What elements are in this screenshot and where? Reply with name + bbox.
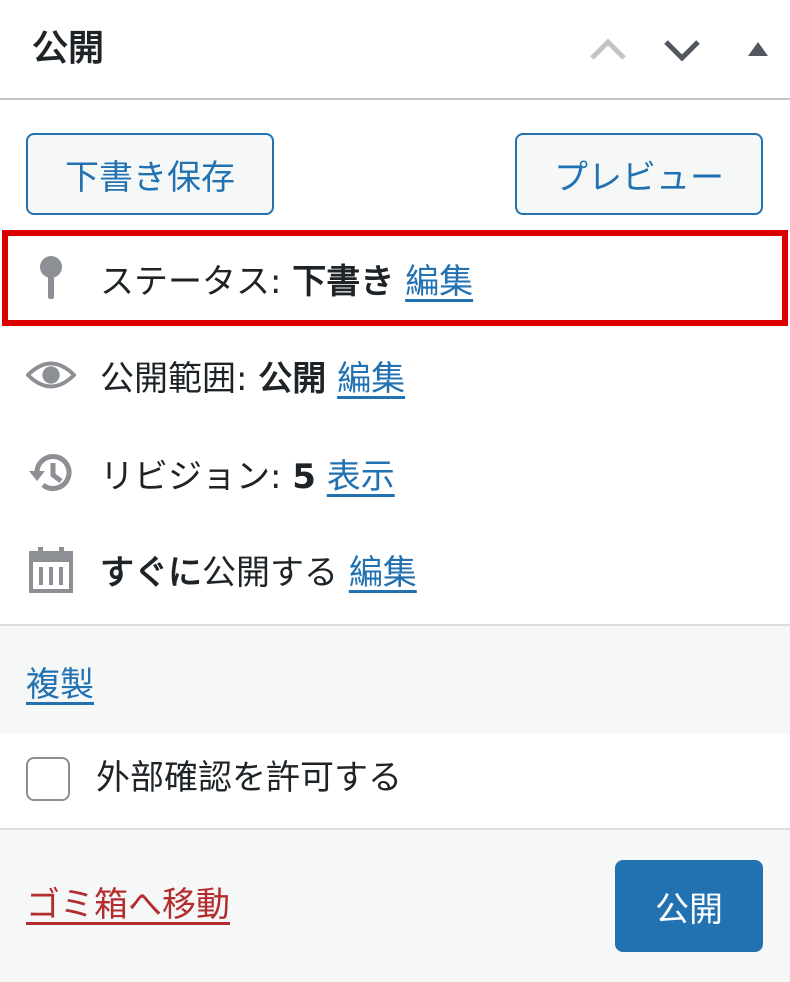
schedule-row: すぐに公開する 編集: [0, 534, 790, 604]
status-highlight-box: [2, 230, 788, 326]
allow-preview-label: 外部確認を許可する: [96, 758, 402, 798]
visibility-text: 公開範囲: 公開 編集: [100, 351, 405, 400]
preview-button[interactable]: プレビュー: [515, 133, 763, 215]
publish-button[interactable]: 公開: [615, 860, 763, 952]
eye-icon: [26, 350, 76, 400]
chevron-down-icon: [664, 40, 700, 62]
schedule-text: すぐに公開する 編集: [100, 545, 417, 594]
toggle-panel-button[interactable]: [736, 30, 780, 70]
visibility-edit-link[interactable]: 編集: [337, 359, 405, 399]
schedule-rest: 公開する: [202, 552, 338, 593]
move-down-button[interactable]: [660, 30, 704, 70]
allow-preview-checkbox[interactable]: [26, 757, 70, 801]
visibility-row: 公開範囲: 公開 編集: [0, 340, 790, 410]
revisions-text: リビジョン: 5 表示: [100, 449, 395, 498]
revisions-view-link[interactable]: 表示: [327, 457, 395, 497]
caret-up-icon: [748, 42, 768, 56]
panel-title: 公開: [32, 28, 105, 69]
move-up-button[interactable]: [586, 30, 630, 70]
schedule-bold: すぐに: [100, 552, 202, 593]
calendar-icon: [26, 544, 76, 594]
panel-header: 公開: [0, 0, 790, 100]
visibility-value: 公開: [258, 358, 327, 399]
revisions-label: リビジョン:: [100, 456, 282, 497]
move-to-trash-link[interactable]: ゴミ箱へ移動: [26, 880, 230, 930]
visibility-label: 公開範囲:: [100, 358, 248, 399]
history-icon: [26, 448, 76, 498]
revisions-row: リビジョン: 5 表示: [0, 438, 790, 508]
schedule-edit-link[interactable]: 編集: [349, 553, 417, 593]
chevron-up-icon: [590, 38, 626, 60]
duplicate-link[interactable]: 複製: [26, 660, 94, 710]
save-draft-button[interactable]: 下書き保存: [26, 133, 274, 215]
revisions-count: 5: [292, 456, 316, 497]
duplicate-section: 複製: [0, 626, 790, 734]
